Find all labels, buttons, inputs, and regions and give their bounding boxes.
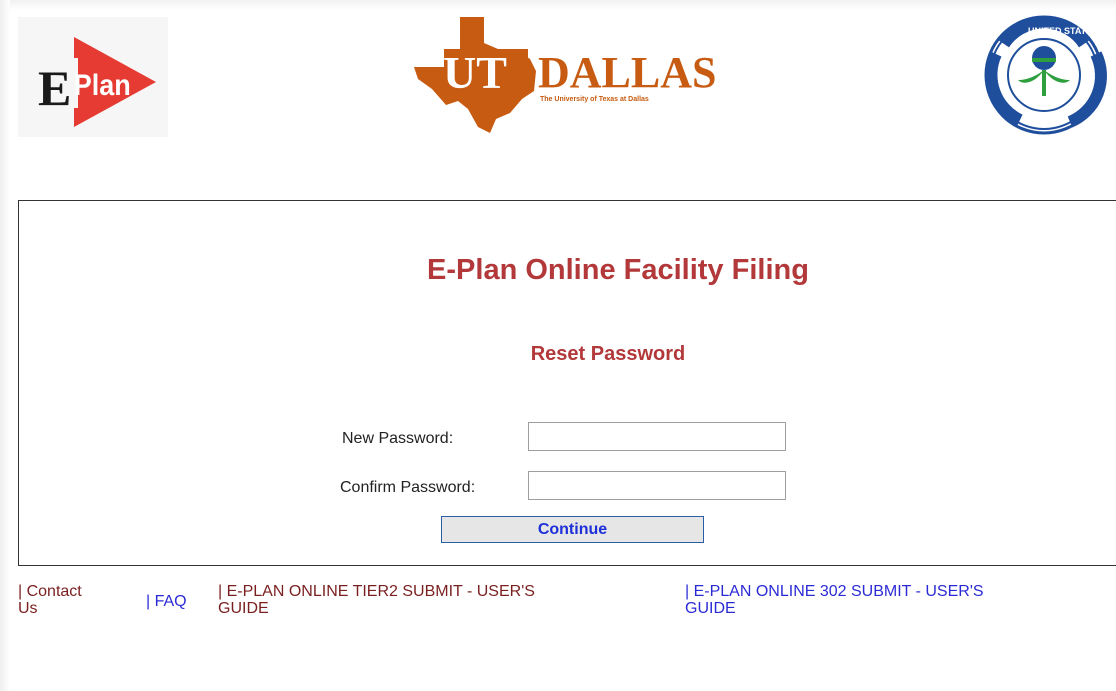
confirm-password-input[interactable] — [528, 471, 786, 500]
dallas-text: DALLAS — [538, 48, 717, 97]
tier2-guide-line2: GUIDE — [218, 600, 269, 617]
ut-dallas-logo: UT DALLAS The University of Texas at Dal… — [410, 15, 735, 135]
submit-302-guide-link[interactable]: | E-PLAN ONLINE 302 SUBMIT - USER'S GUID… — [685, 583, 984, 617]
tier2-guide-line1: | E-PLAN ONLINE TIER2 SUBMIT - USER'S — [218, 583, 535, 600]
continue-button[interactable]: Continue — [441, 516, 704, 543]
svg-text:UNITED STATES: UNITED STATES — [1028, 26, 1098, 36]
confirm-password-label: Confirm Password: — [340, 479, 476, 496]
eplan-logo: E Plan — [18, 17, 168, 137]
left-edge — [0, 0, 10, 691]
epa-seal-logo: UNITED STATES — [974, 14, 1116, 136]
new-password-input[interactable] — [528, 422, 786, 451]
submit-302-guide-line1: | E-PLAN ONLINE 302 SUBMIT - USER'S — [685, 583, 984, 600]
contact-us-link[interactable]: | Contact Us — [18, 583, 82, 617]
reset-password-heading: Reset Password — [530, 343, 686, 365]
top-edge — [0, 0, 1116, 10]
svg-text:E: E — [38, 60, 71, 116]
tier2-guide-link[interactable]: | E-PLAN ONLINE TIER2 SUBMIT - USER'S GU… — [218, 583, 535, 617]
page-title: E-Plan Online Facility Filing — [427, 254, 809, 286]
eplan-logo-text: Plan — [74, 69, 131, 103]
submit-302-guide-line2: GUIDE — [685, 600, 736, 617]
contact-us-line2: Us — [18, 600, 38, 617]
utd-tagline: The University of Texas at Dallas — [540, 96, 649, 103]
new-password-label: New Password: — [342, 430, 454, 447]
reset-password-panel: E-Plan Online Facility Filing Reset Pass… — [18, 200, 1116, 566]
faq-link[interactable]: | FAQ — [146, 593, 187, 610]
contact-us-line1: | Contact — [18, 583, 82, 600]
ut-text: UT — [443, 47, 507, 98]
